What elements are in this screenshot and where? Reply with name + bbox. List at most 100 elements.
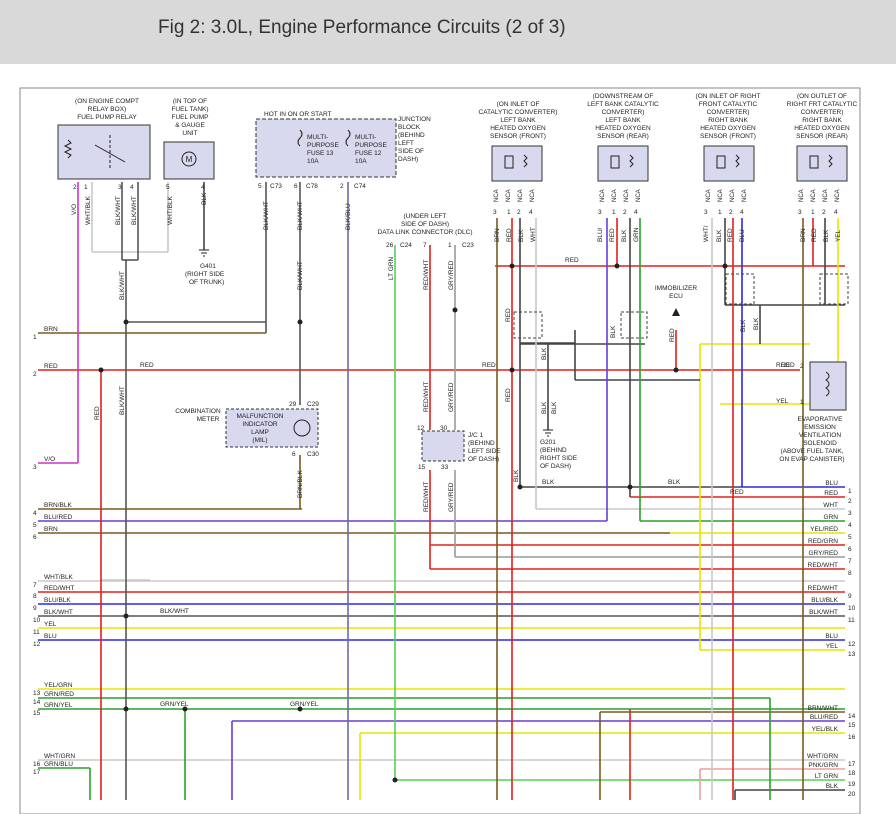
svg-text:BLK: BLK <box>542 479 555 486</box>
svg-text:SIDE OF: SIDE OF <box>398 148 424 155</box>
svg-text:& GAUGE: & GAUGE <box>175 122 205 129</box>
svg-text:(RIGHT SIDE: (RIGHT SIDE <box>185 271 225 278</box>
svg-text:SENSOR (REAR): SENSOR (REAR) <box>796 133 848 140</box>
svg-text:RED: RED <box>505 308 512 322</box>
right-wire-number: 8 <box>848 570 852 577</box>
svg-text:NCA: NCA <box>823 189 829 202</box>
left-wire-label: BRN <box>44 526 58 533</box>
dashed-connectors <box>513 273 849 339</box>
malfunction-indicator-lamp: COMBINATION METER MALFUNCTION INDICATOR … <box>175 401 319 498</box>
svg-text:BLK/WHT: BLK/WHT <box>297 261 304 290</box>
jc1-box <box>421 430 465 462</box>
left-wire-number: 13 <box>33 690 41 697</box>
data-link-connector: (UNDER LEFT SIDE OF DASH) DATA LINK CONN… <box>378 213 475 290</box>
svg-text:(UNDER LEFT: (UNDER LEFT <box>404 213 447 220</box>
svg-text:J/C 1: J/C 1 <box>468 432 484 439</box>
svg-text:NCA: NCA <box>624 189 630 202</box>
svg-text:FUEL PUMP: FUEL PUMP <box>172 114 209 121</box>
svg-text:METER: METER <box>197 416 220 423</box>
svg-text:PURPOSE: PURPOSE <box>307 142 339 149</box>
svg-text:EMISSION: EMISSION <box>804 424 836 431</box>
svg-text:LEFT BANK CATALYTIC: LEFT BANK CATALYTIC <box>587 101 659 108</box>
svg-text:RED: RED <box>506 228 513 242</box>
svg-text:LEFT BANK: LEFT BANK <box>605 117 641 124</box>
svg-text:3: 3 <box>798 209 802 216</box>
o2-rf-box <box>703 145 755 182</box>
svg-text:(ON OUTLET OF: (ON OUTLET OF <box>797 93 847 100</box>
left-wire-number: 3 <box>33 464 37 471</box>
svg-text:BLK/BLU: BLK/BLU <box>345 203 352 230</box>
svg-text:HEATED OXYGEN: HEATED OXYGEN <box>794 125 850 132</box>
svg-text:V/O: V/O <box>71 204 78 215</box>
left-wire-number: 1 <box>33 334 37 341</box>
left-wire-label: GRN/BLU <box>44 761 73 768</box>
svg-text:BLK: BLK <box>610 325 617 338</box>
svg-text:RED: RED <box>505 388 512 402</box>
svg-text:(ABOVE FUEL TANK,: (ABOVE FUEL TANK, <box>780 448 843 455</box>
right-wire-number: 11 <box>848 617 855 624</box>
left-wire-label: BLU <box>44 633 57 640</box>
svg-text:GRY/RED: GRY/RED <box>448 260 455 290</box>
svg-text:G201: G201 <box>540 439 556 446</box>
right-wire-number: 3 <box>848 510 852 517</box>
svg-text:NCA: NCA <box>835 189 841 202</box>
svg-text:BLK: BLK <box>716 229 723 242</box>
svg-text:BLK: BLK <box>753 317 760 330</box>
svg-text:HEATED OXYGEN: HEATED OXYGEN <box>700 125 756 132</box>
right-wire-number: 10 <box>848 605 856 612</box>
svg-text:6: 6 <box>292 451 296 458</box>
right-wire-number: 17 <box>848 761 856 768</box>
right-wire-label: WHT/GRN <box>807 753 838 760</box>
svg-text:SIDE OF DASH): SIDE OF DASH) <box>401 221 449 228</box>
svg-text:FUSE 12: FUSE 12 <box>355 150 382 157</box>
svg-text:15: 15 <box>418 464 426 471</box>
svg-text:4: 4 <box>130 184 134 191</box>
svg-text:(ON INLET OF: (ON INLET OF <box>497 101 540 108</box>
left-wire-number: 6 <box>33 534 37 541</box>
svg-text:(BEHIND: (BEHIND <box>468 440 495 447</box>
fuel-pump-unit: (IN TOP OF FUEL TANK) FUEL PUMP & GAUGE … <box>163 98 215 225</box>
svg-text:LEFT BANK: LEFT BANK <box>500 117 536 124</box>
svg-text:LT GRN: LT GRN <box>388 256 395 280</box>
right-wire-number: 13 <box>848 651 856 658</box>
svg-text:BLK: BLK <box>541 401 548 414</box>
left-wire-number: 5 <box>33 522 37 529</box>
svg-text:RIGHT FRT CATALYTIC: RIGHT FRT CATALYTIC <box>787 101 858 108</box>
left-wire-number: 15 <box>33 710 41 717</box>
left-wire-number: 11 <box>33 629 40 636</box>
right-wire-labels: 1 BLU 2 RED 3 WHT 4 GRN 5 YEL/RED 6 RED/GRN 7 GRY/RED… <box>807 480 856 798</box>
svg-text:LEFT: LEFT <box>398 140 414 147</box>
svg-text:HOT IN ON OR START: HOT IN ON OR START <box>264 111 332 118</box>
svg-text:RED: RED <box>781 362 795 369</box>
svg-text:1: 1 <box>718 209 722 216</box>
o2-lf-box <box>491 145 543 182</box>
svg-text:5: 5 <box>166 184 170 191</box>
svg-text:RELAY BOX): RELAY BOX) <box>88 106 126 113</box>
right-wire-number: 14 <box>848 713 856 720</box>
right-wire-number: 4 <box>848 522 852 529</box>
svg-text:CONVERTER): CONVERTER) <box>707 109 750 116</box>
svg-text:C30: C30 <box>307 451 319 458</box>
svg-text:NCA: NCA <box>706 189 712 202</box>
svg-text:1: 1 <box>448 242 452 249</box>
svg-text:BRN: BRN <box>494 228 501 242</box>
svg-text:BLK: BLK <box>518 229 525 242</box>
svg-text:BLK/WHT: BLK/WHT <box>131 196 138 225</box>
right-wire-number: 15 <box>848 722 856 729</box>
svg-text:NCA: NCA <box>506 189 512 202</box>
o2-sensor-left-rear: (DOWNSTREAM OF LEFT BANK CATALYTIC CONVE… <box>587 93 659 242</box>
o2-sensor-right-front: (ON INLET OF RIGHT FRONT CATALYTIC CONVE… <box>696 93 761 242</box>
svg-text:4: 4 <box>740 209 744 216</box>
svg-text:RED: RED <box>140 362 154 369</box>
svg-text:COMBINATION: COMBINATION <box>175 408 221 415</box>
svg-text:BLU/: BLU/ <box>597 227 604 242</box>
svg-text:NCA: NCA <box>718 189 724 202</box>
svg-text:BLK/WHT: BLK/WHT <box>115 196 122 225</box>
svg-text:LAMP: LAMP <box>251 429 269 436</box>
svg-text:SOLENOID: SOLENOID <box>803 440 837 447</box>
svg-text:BLK/WHT: BLK/WHT <box>119 271 126 300</box>
right-wire-label: LT GRN <box>815 773 839 780</box>
right-wire-label: BLU/RED <box>810 714 838 721</box>
svg-text:5: 5 <box>258 183 262 190</box>
svg-text:WHT/BLK: WHT/BLK <box>85 195 92 225</box>
